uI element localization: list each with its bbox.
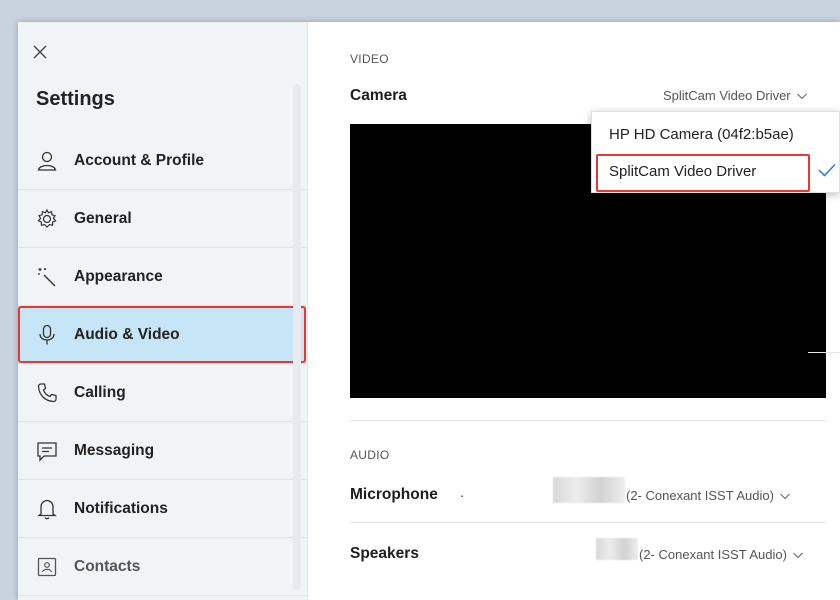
- sidebar-item-appearance[interactable]: Appearance: [18, 248, 306, 306]
- message-icon: [36, 440, 58, 462]
- sidebar-item-label: Messaging: [74, 441, 155, 459]
- speakers-select-value: (2- Conexant ISST Audio): [639, 547, 787, 562]
- sidebar-item-calling[interactable]: Calling: [18, 364, 306, 422]
- sidebar-item-audio-video[interactable]: Audio & Video: [18, 306, 306, 364]
- sidebar-item-label: Calling: [74, 383, 126, 401]
- redacted-device-name: [553, 477, 625, 503]
- chevron-down-icon: [796, 90, 808, 102]
- section-divider: [350, 420, 826, 421]
- audio-video-panel: VIDEO Camera SplitCam Video Driver AUDIO…: [308, 22, 840, 600]
- sidebar-item-label: Audio & Video: [74, 325, 180, 343]
- microphone-select-value: (2- Conexant ISST Audio): [626, 488, 774, 503]
- sidebar-item-notifications[interactable]: Notifications: [18, 480, 306, 538]
- sidebar-item-messaging[interactable]: Messaging: [18, 422, 306, 480]
- chevron-down-icon: [792, 549, 804, 561]
- option-label: SplitCam Video Driver: [609, 162, 757, 180]
- camera-label: Camera: [350, 87, 407, 104]
- sidebar-item-label: Appearance: [74, 267, 163, 285]
- camera-option-splitcam[interactable]: SplitCam Video Driver: [592, 153, 840, 192]
- divider-line: [808, 352, 840, 353]
- bell-icon: [36, 498, 58, 520]
- settings-sidebar: Settings Account & Profile General Appea…: [18, 22, 308, 600]
- redacted-device-name: [596, 538, 638, 560]
- sidebar-item-contacts[interactable]: Contacts: [18, 538, 306, 596]
- audio-section-heading: AUDIO: [350, 448, 390, 462]
- gear-icon: [36, 208, 58, 230]
- speakers-select[interactable]: (2- Conexant ISST Audio): [639, 547, 804, 562]
- settings-window: Settings Account & Profile General Appea…: [18, 22, 840, 600]
- sidebar-item-account-profile[interactable]: Account & Profile: [18, 132, 306, 190]
- settings-nav: Account & Profile General Appearance Aud…: [18, 132, 306, 596]
- sidebar-item-label: Account & Profile: [74, 151, 205, 169]
- camera-option-hp-hd[interactable]: HP HD Camera (04f2:b5ae): [592, 116, 840, 152]
- chevron-down-icon: [779, 490, 791, 502]
- sidebar-item-label: Contacts: [74, 557, 141, 575]
- sidebar-item-label: General: [74, 209, 132, 227]
- camera-select-value: SplitCam Video Driver: [663, 88, 791, 103]
- microphone-select[interactable]: (2- Conexant ISST Audio): [626, 488, 791, 503]
- microphone-label: Microphone: [350, 486, 438, 503]
- option-label: HP HD Camera (04f2:b5ae): [609, 125, 794, 143]
- microphone-icon: [36, 324, 58, 346]
- checkmark-icon: [817, 162, 837, 178]
- row-divider: [350, 522, 826, 523]
- page-title: Settings: [36, 88, 115, 110]
- magic-wand-icon: [36, 266, 58, 288]
- contact-card-icon: [36, 556, 58, 578]
- sidebar-item-label: Notifications: [74, 499, 168, 517]
- camera-dropdown-menu: HP HD Camera (04f2:b5ae) SplitCam Video …: [591, 111, 840, 193]
- camera-select[interactable]: SplitCam Video Driver: [663, 88, 808, 103]
- microphone-level-dot: .: [460, 484, 464, 500]
- sidebar-item-general[interactable]: General: [18, 190, 306, 248]
- video-section-heading: VIDEO: [350, 52, 389, 66]
- close-icon[interactable]: [30, 42, 50, 62]
- sidebar-scrollbar[interactable]: [293, 84, 301, 590]
- person-icon: [36, 150, 58, 172]
- speakers-label: Speakers: [350, 545, 419, 562]
- phone-icon: [36, 382, 58, 404]
